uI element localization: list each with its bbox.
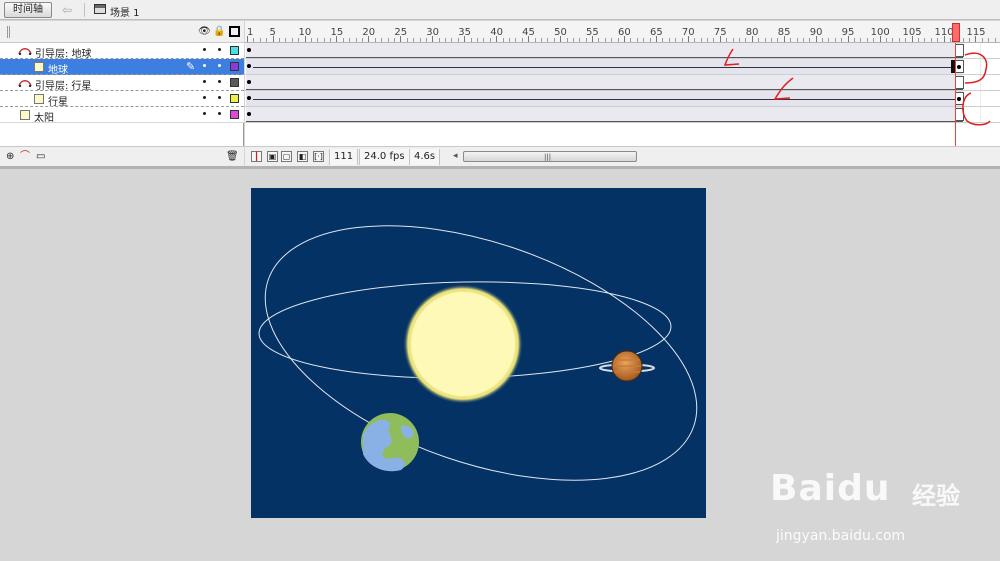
- sun-core: [411, 292, 515, 396]
- guide-layer-icon: [18, 46, 32, 56]
- watermark-brand-cn: 经验: [912, 482, 960, 510]
- layer-page-icon: [34, 94, 44, 104]
- watermark-brand: Baidu: [770, 468, 891, 509]
- scene-label[interactable]: 场景 1: [110, 4, 140, 19]
- add-layer-icon[interactable]: ⊕: [6, 151, 14, 162]
- layer-color-swatch[interactable]: [230, 46, 239, 55]
- annotation-arrow-upper: [723, 48, 740, 66]
- panel-grip[interactable]: [7, 26, 10, 38]
- lock-dot[interactable]: [218, 96, 221, 99]
- layer-name[interactable]: 行星: [48, 93, 68, 108]
- layers-header: 👁 🔒: [0, 21, 244, 43]
- current-frame-readout: 111: [329, 149, 359, 165]
- timeline-topbar: 时间轴 ⇦ 场景 1: [0, 0, 1000, 20]
- frames-panel: 1 5 10 15 20 25 30 35 40 45 50 55 60 65 70 75 80 85 90 95 10…: [245, 21, 1000, 166]
- layer-row[interactable]: 引导层: 地球: [0, 43, 244, 60]
- center-frame-icon[interactable]: ┃: [251, 151, 262, 162]
- layer-color-swatch[interactable]: [230, 110, 239, 119]
- layers-footer: ⊕ ⌒ ▭ 🗑: [0, 146, 244, 166]
- outline-toggle-icon[interactable]: [229, 26, 240, 37]
- scene-clapper-icon: [94, 4, 106, 14]
- onion-skin-icon[interactable]: ▣: [267, 151, 278, 162]
- layer-page-icon: [20, 110, 30, 120]
- layers-panel: 👁 🔒 引导层: 地球 地球 ✎ 引导层: 行星 行星 太阳 ⊕ ⌒ ▭ 🗑: [0, 21, 244, 166]
- lock-dot[interactable]: [218, 48, 221, 51]
- onion-outline-icon[interactable]: ▢: [281, 151, 292, 162]
- layer-color-swatch[interactable]: [230, 94, 239, 103]
- lock-dot[interactable]: [218, 80, 221, 83]
- toolbar-divider: [84, 3, 85, 17]
- layer-name[interactable]: 引导层: 地球: [35, 45, 92, 60]
- stage-canvas[interactable]: [251, 188, 706, 518]
- onion-markers-icon[interactable]: [·]: [313, 151, 324, 162]
- visibility-dot[interactable]: [203, 112, 206, 115]
- layer-color-swatch[interactable]: [230, 78, 239, 87]
- layer-color-swatch[interactable]: [230, 62, 239, 71]
- layer-row[interactable]: 引导层: 行星: [0, 75, 244, 92]
- annotation-bracket-lower: [962, 92, 991, 126]
- back-arrow-icon[interactable]: ⇦: [62, 3, 72, 17]
- guide-layer-icon: [18, 78, 32, 88]
- timeline-toggle-button[interactable]: 时间轴: [4, 2, 52, 18]
- layer-page-icon: [34, 62, 44, 72]
- scrollbar-grip-icon[interactable]: |||: [544, 153, 551, 161]
- annotation-marks: [723, 48, 991, 126]
- add-folder-icon[interactable]: ▭: [36, 151, 45, 162]
- layer-row[interactable]: 地球 ✎: [0, 59, 244, 76]
- layer-row[interactable]: 太阳: [0, 107, 244, 124]
- visibility-dot[interactable]: [203, 80, 206, 83]
- layer-name[interactable]: 太阳: [34, 109, 54, 124]
- scroll-left-icon[interactable]: ◂: [453, 151, 458, 161]
- annotation-bracket-upper: [964, 52, 988, 84]
- pencil-icon: ✎: [186, 60, 196, 73]
- add-guide-layer-icon[interactable]: ⌒: [20, 151, 30, 162]
- lock-icon[interactable]: 🔒: [213, 26, 225, 37]
- elapsed-time-readout: 4.6s: [409, 149, 441, 165]
- watermark-url: jingyan.baidu.com: [776, 528, 906, 544]
- visibility-dot[interactable]: [203, 96, 206, 99]
- visibility-dot[interactable]: [203, 64, 206, 67]
- annotation-arrow-lower: [773, 77, 794, 100]
- layer-name[interactable]: 地球: [48, 61, 68, 76]
- horizontal-scrollbar[interactable]: |||: [463, 151, 637, 162]
- lock-dot[interactable]: [218, 112, 221, 115]
- layer-row[interactable]: 行星: [0, 91, 244, 108]
- frame-rate-readout[interactable]: 24.0 fps: [359, 149, 410, 165]
- delete-layer-icon[interactable]: 🗑: [226, 151, 239, 162]
- frames-footer: ┃ ▣ ▢ ◧ [·] 111 24.0 fps 4.6s ◂ |||: [245, 146, 1000, 166]
- baidu-watermark: Baidu 经验 jingyan.baidu.com: [770, 462, 990, 557]
- layer-name[interactable]: 引导层: 行星: [35, 77, 92, 92]
- lock-dot[interactable]: [218, 64, 221, 67]
- edit-multiple-frames-icon[interactable]: ◧: [297, 151, 308, 162]
- eye-icon[interactable]: 👁: [198, 26, 211, 37]
- visibility-dot[interactable]: [203, 48, 206, 51]
